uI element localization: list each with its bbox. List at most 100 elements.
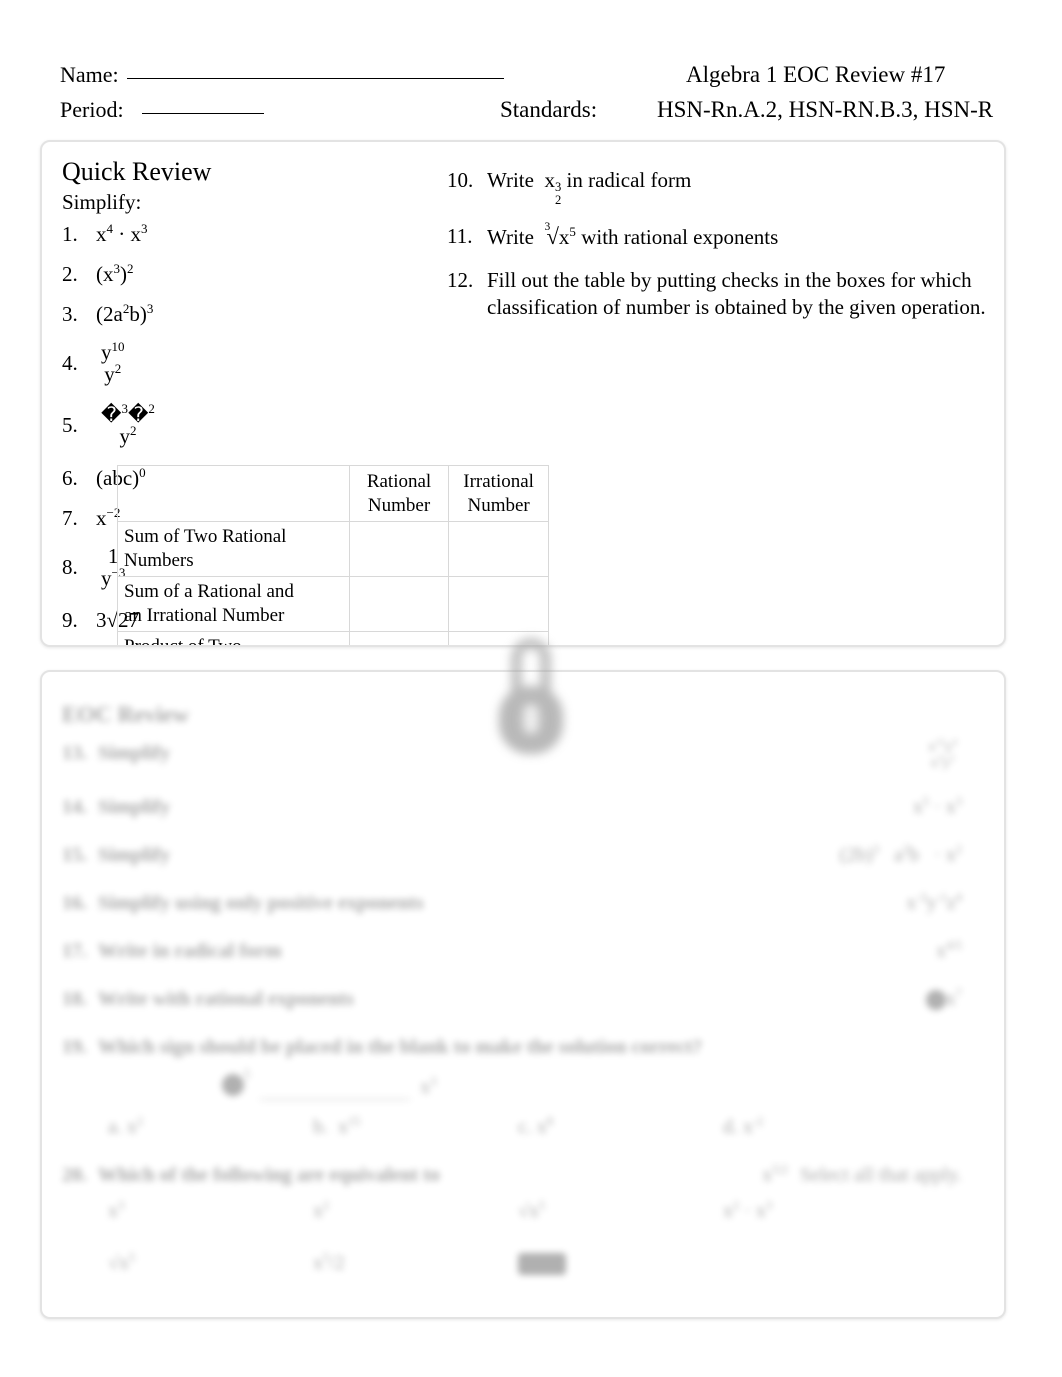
locked-question-15: 15. Simplify (2b)3 a2b · x2: [62, 842, 962, 868]
checkbox-cell-irrational[interactable]: [448, 576, 549, 632]
name-write-in-line[interactable]: [126, 78, 504, 79]
locked-question-16-expression: x-3y-1z4: [906, 889, 962, 914]
choice-d[interactable]: x2 · x3: [723, 1198, 928, 1224]
locked-question-list: 13. Simplify x12y4 x3y2 14. Simplify x5 ·…: [62, 738, 962, 1302]
question-6-number: 6.: [62, 466, 78, 491]
q3-open-paren: (: [96, 302, 103, 326]
choice-a[interactable]: a. x2: [108, 1114, 313, 1140]
locked-section-heading: EOC Review: [62, 702, 190, 727]
choice-b[interactable]: x2: [313, 1198, 518, 1224]
question-3-expression: (2a2b)3: [96, 301, 442, 327]
q11-radicand-exp: 5: [569, 223, 576, 239]
q2-base: x: [103, 262, 114, 286]
question-4-expression: y 10 y2: [96, 339, 442, 387]
column-header-irrational-line2: Number: [467, 495, 530, 516]
standards-label-wrap: Standards:: [500, 97, 597, 123]
column-header-irrational: Irrational Number: [448, 465, 549, 522]
locked-question-18-expression: x7: [925, 986, 962, 1012]
locked-question-17: 17. Write in radical form x4/5: [62, 938, 962, 964]
locked-question-20-label: Which of the following are equivalent to: [98, 1163, 440, 1186]
q3-b: b: [129, 302, 140, 326]
choice-c[interactable]: √x5: [518, 1198, 723, 1224]
choice-row-1: x3 x2 √x5 x2 · x3: [108, 1198, 962, 1224]
quick-review-card: Quick Review Simplify: 1. x4 · x3 2. (x3…: [40, 140, 1006, 647]
locked-question-14-number: 14.: [62, 795, 87, 818]
standards-value-wrap: HSN-Rn.A.2, HSN-RN.B.3, HSN-R: [657, 97, 993, 123]
question-10-text: Write x32 in radical form: [487, 167, 987, 207]
locked-question-16: 16. Simplify using only positive exponen…: [62, 890, 962, 916]
question-3-number: 3.: [62, 302, 78, 326]
q1-operator: ·: [118, 222, 126, 246]
question-10: 10. Write x32 in radical form: [447, 167, 987, 207]
standards-value: HSN-Rn.A.2, HSN-RN.B.3, HSN-R: [657, 97, 994, 122]
question-2-expression: (x3)2: [96, 261, 442, 287]
choice-e[interactable]: √x5: [108, 1250, 313, 1276]
table-row: Sum of Two Rational Numbers: [117, 521, 549, 577]
q5-den-base: y: [119, 424, 130, 449]
row-label-product-two-rational: Product of Two Rational Numbers: [117, 631, 350, 647]
blurred-content: EOC Review 13. Simplify x12y4 x3y2 14. Si…: [42, 672, 1004, 1317]
worksheet-title-text: Algebra 1 EOC Review #17: [686, 62, 946, 87]
question-5: 5. �3�2 y2: [62, 401, 442, 449]
q2-outer-exp: 2: [127, 261, 134, 276]
row-label-sum-two-rational: Sum of Two Rational Numbers: [117, 521, 350, 577]
choice-c[interactable]: c. x8: [518, 1114, 723, 1140]
locked-question-18-number: 18.: [62, 987, 87, 1010]
q5-den-exp: 2: [129, 423, 137, 439]
classification-table-body: Sum of Two Rational Numbers Sum of a Rat…: [117, 521, 549, 647]
q8-den-base: y: [101, 566, 112, 591]
choice-b[interactable]: b. x15: [313, 1114, 518, 1140]
row-label-line2: Numbers: [124, 550, 194, 571]
locked-question-17-expression: x4/5: [936, 937, 962, 962]
right-question-list: 10. Write x32 in radical form 11. Write …: [447, 167, 987, 321]
choice-g[interactable]: [518, 1250, 723, 1276]
q11-root-index: 3: [544, 220, 551, 233]
locked-question-20-number: 20.: [62, 1163, 87, 1186]
locked-question-14: 14. Simplify x5 · x3: [62, 794, 962, 820]
checkbox-cell-rational[interactable]: [348, 521, 450, 577]
choice-h[interactable]: [723, 1250, 928, 1276]
q10-rational-exponent: 32: [555, 181, 561, 206]
locked-question-14-expression: x5 · x3: [912, 793, 962, 818]
locked-question-19-number: 19.: [62, 1035, 87, 1058]
checkbox-cell-rational[interactable]: [348, 576, 450, 632]
row-label-line2: an Irrational Number: [124, 605, 285, 626]
question-1: 1. x4 · x3: [62, 221, 442, 247]
period-field-row: Period:: [60, 97, 264, 123]
locked-question-19-prompt-expression: 5 x3: [222, 1067, 962, 1100]
locked-question-13-expression: x12y4 x3y2: [928, 738, 957, 771]
locked-question-17-label: Write in radical form: [98, 939, 282, 962]
locked-question-18-label: Write with rational exponents: [98, 987, 354, 1010]
worksheet-title: Algebra 1 EOC Review #17: [686, 62, 945, 88]
question-1-number: 1.: [62, 222, 78, 246]
period-write-in-line[interactable]: [141, 113, 264, 114]
q11-radicand: x: [558, 224, 570, 249]
q4-den-base: y: [104, 362, 115, 387]
column-header-rational-line2: Number: [367, 495, 431, 516]
q10-base: x: [544, 168, 555, 192]
row-label-line1: Sum of a Rational and: [124, 581, 294, 602]
q5-numerator: �3�2: [96, 401, 160, 425]
row-label-sum-rational-irrational: Sum of a Rational and an Irrational Numb…: [117, 576, 350, 632]
locked-question-20: 20. Which of the following are equivalen…: [62, 1162, 962, 1276]
locked-question-19: 19. Which sign should be placed in the b…: [62, 1034, 962, 1140]
checkbox-cell-irrational[interactable]: [448, 521, 549, 577]
choice-a[interactable]: x3: [108, 1198, 313, 1224]
q4-num-exp: 10: [111, 339, 125, 354]
question-11: 11. Write 3 √x5 with rational exponents: [447, 221, 987, 251]
q4-denominator: y2: [99, 362, 126, 387]
choice-d[interactable]: d. x-2: [723, 1114, 928, 1140]
question-3: 3. (2a2b)3: [62, 301, 442, 327]
q10-suffix: in radical form: [566, 168, 692, 192]
choice-f[interactable]: x5/2: [313, 1250, 518, 1276]
q3-close-paren: ): [139, 302, 147, 326]
question-11-number: 11.: [447, 223, 473, 248]
locked-question-18: 18. Write with rational exponents x7: [62, 986, 962, 1012]
locked-question-14-label: Simplify: [98, 795, 171, 818]
q10-prefix: Write: [487, 168, 534, 192]
locked-preview-card: EOC Review 13. Simplify x12y4 x3y2 14. Si…: [40, 670, 1006, 1319]
locked-question-19-label: Which sign should be placed in the blank…: [98, 1035, 703, 1058]
checkbox-cell-rational[interactable]: [348, 631, 450, 645]
q5-exp-2: 2: [148, 401, 155, 417]
row-label-line1: Product of Two: [124, 636, 242, 647]
